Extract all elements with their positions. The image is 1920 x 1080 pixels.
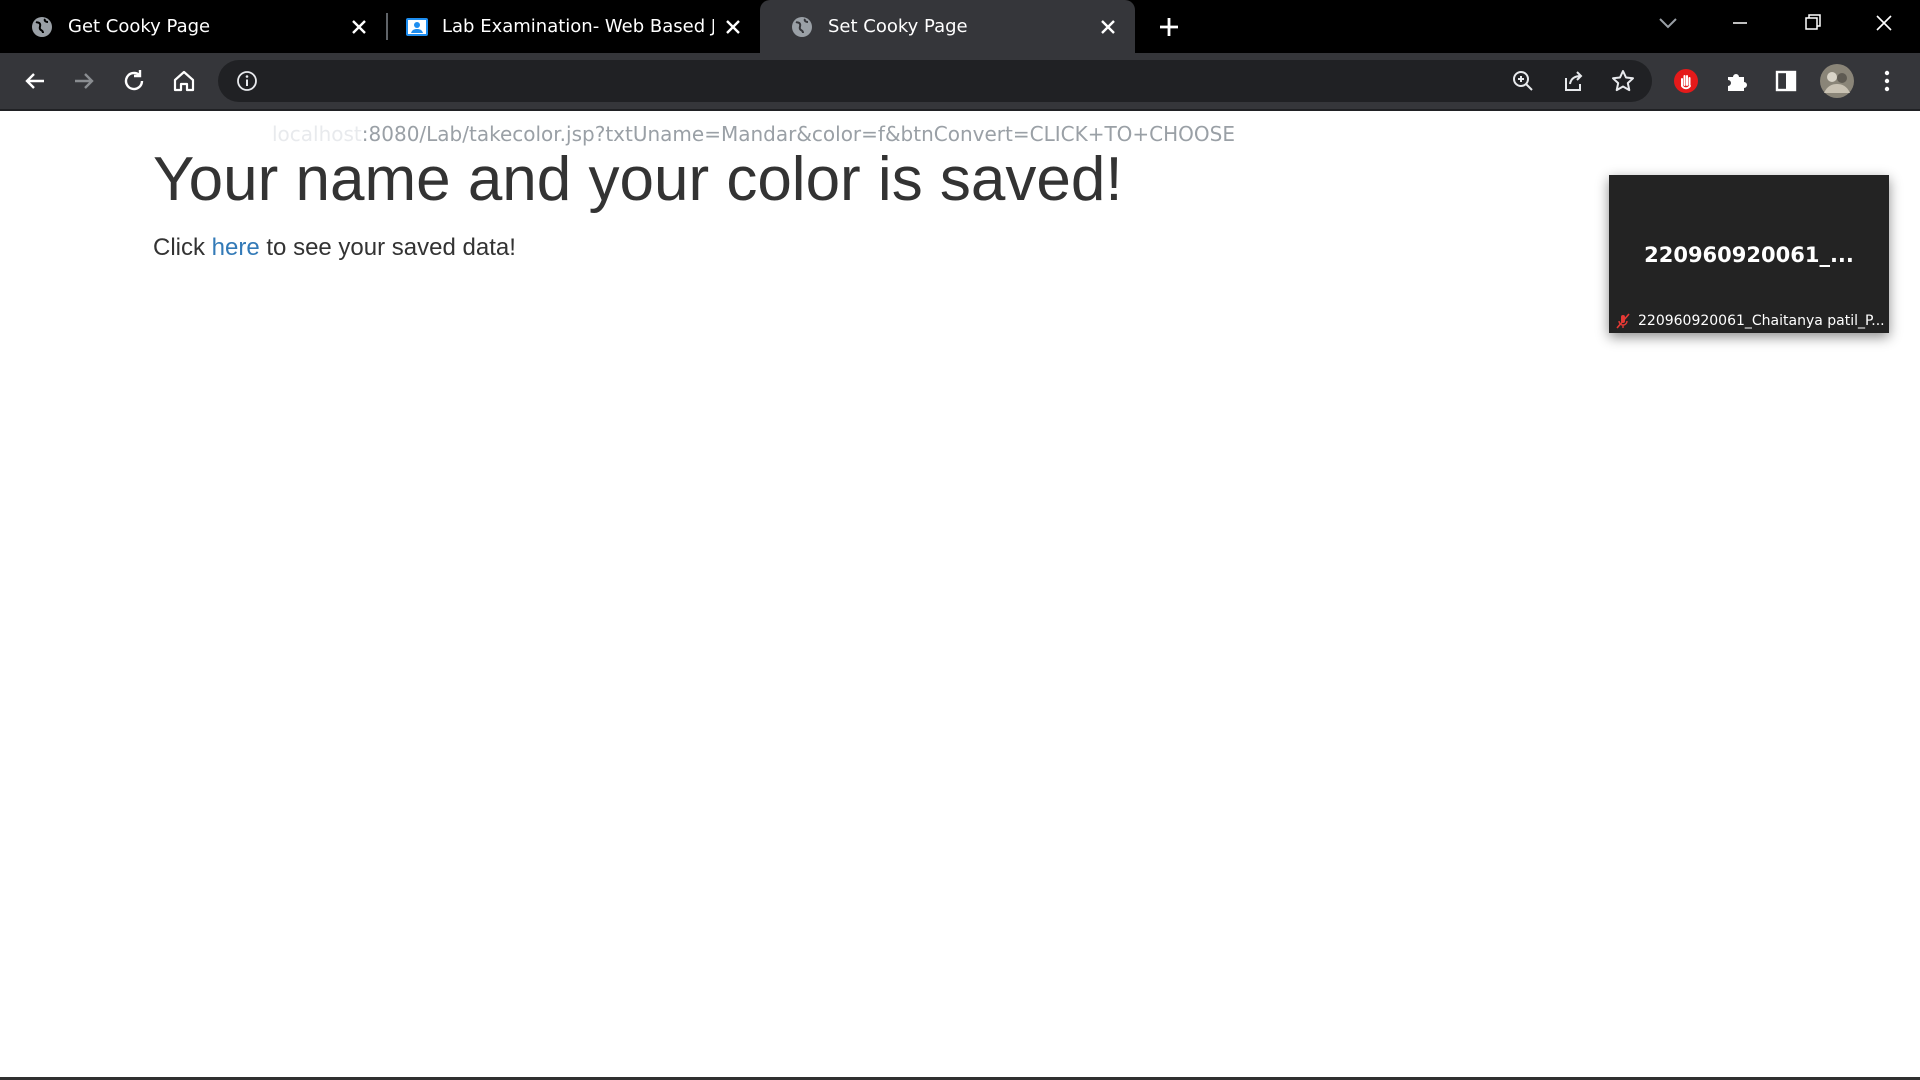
profile-avatar[interactable] <box>1819 63 1855 99</box>
message-suffix: to see your saved data! <box>259 234 516 261</box>
reload-icon[interactable] <box>119 66 149 96</box>
home-icon[interactable] <box>169 66 199 96</box>
participant-footer: 220960920061_Chaitanya patil_P... <box>1615 312 1885 330</box>
tab-search-chevron-icon[interactable] <box>1648 8 1688 38</box>
close-window-icon[interactable] <box>1864 8 1904 38</box>
tab-title: Set Cooky Page <box>828 16 968 37</box>
muted-mic-icon <box>1616 313 1630 329</box>
saved-data-message: Click here to see your saved data! <box>153 233 516 263</box>
toolbar-divider <box>0 109 1920 111</box>
tab-get-cooky-page[interactable]: Get Cooky Page <box>0 0 386 53</box>
tab-title: Get Cooky Page <box>68 16 211 37</box>
back-icon[interactable] <box>20 66 50 96</box>
tab-title: Lab Examination- Web Based Java <box>442 16 714 37</box>
participant-label: 220960920061_Chaitanya patil_P... <box>1638 313 1885 329</box>
share-icon[interactable] <box>1558 66 1588 96</box>
globe-icon <box>792 17 812 37</box>
zoom-icon[interactable] <box>1508 66 1538 96</box>
url-host: localhost <box>272 122 362 146</box>
tab-set-cooky-page[interactable]: Set Cooky Page <box>760 0 1135 53</box>
more-menu-icon[interactable] <box>1872 66 1902 96</box>
close-tab-icon[interactable] <box>720 14 746 40</box>
classroom-icon <box>406 18 428 36</box>
bookmark-star-icon[interactable] <box>1608 66 1638 96</box>
saved-data-link[interactable]: here <box>212 234 260 261</box>
adblock-extension-icon[interactable] <box>1671 66 1701 96</box>
page-heading: Your name and your color is saved! <box>153 145 1123 214</box>
tab-strip: Get Cooky Page Lab Examination- Web Base… <box>0 0 1920 53</box>
globe-icon <box>32 17 52 37</box>
site-info-icon[interactable] <box>235 69 259 93</box>
side-panel-icon[interactable] <box>1771 66 1801 96</box>
extensions-puzzle-icon[interactable] <box>1721 66 1751 96</box>
close-tab-icon[interactable] <box>346 14 372 40</box>
meeting-participant-tile[interactable]: 220960920061_... 220960920061_Chaitanya … <box>1609 175 1889 333</box>
browser-toolbar: localhost:8080/Lab/takecolor.jsp?txtUnam… <box>0 53 1920 146</box>
address-bar[interactable] <box>218 60 1652 102</box>
url-path: :8080/Lab/takecolor.jsp?txtUname=Mandar&… <box>361 122 1235 146</box>
forward-icon[interactable] <box>69 66 99 96</box>
restore-icon[interactable] <box>1792 8 1832 38</box>
new-tab-icon[interactable] <box>1154 12 1184 42</box>
message-prefix: Click <box>153 234 212 261</box>
minimize-icon[interactable] <box>1720 8 1760 38</box>
participant-name: 220960920061_... <box>1644 243 1854 267</box>
close-tab-icon[interactable] <box>1095 14 1121 40</box>
tab-lab-examination[interactable]: Lab Examination- Web Based Java <box>388 0 760 53</box>
